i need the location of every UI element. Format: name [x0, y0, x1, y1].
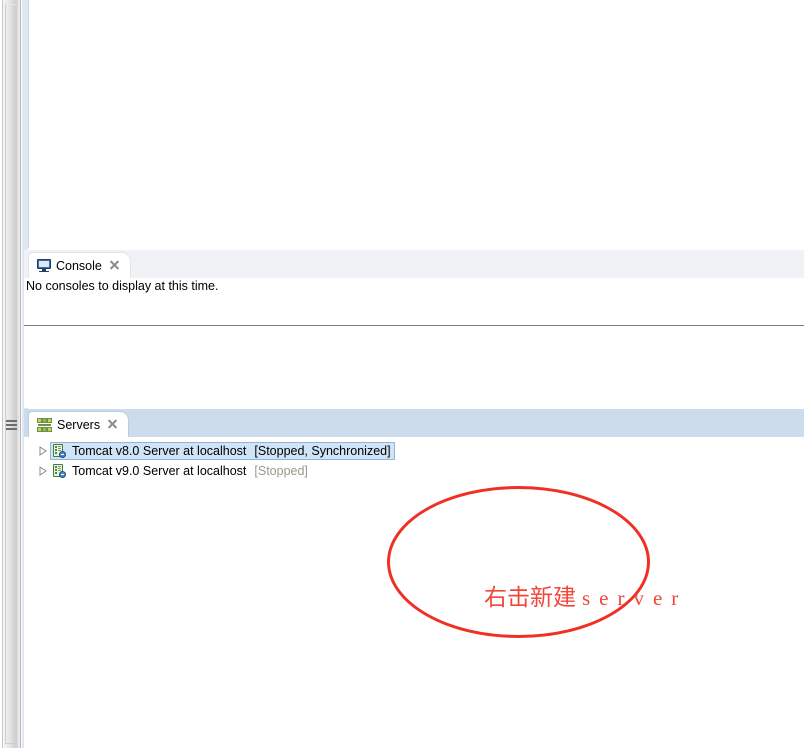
status-badge: [Stopped]	[254, 464, 308, 478]
server-icon	[51, 463, 67, 479]
annotation-text-cjk: 右击新建	[484, 585, 576, 611]
chevron-right-icon[interactable]	[35, 461, 51, 481]
close-icon[interactable]	[108, 259, 121, 272]
chevron-right-icon[interactable]	[35, 441, 51, 461]
tab-console-label: Console	[56, 258, 102, 273]
annotation-text: 右击新建 server	[484, 578, 687, 612]
server-name: Tomcat v9.0 Server at localhost	[72, 464, 247, 478]
close-icon[interactable]	[106, 418, 119, 431]
servers-tab-bar: Servers	[24, 409, 804, 437]
rail-inner-frame	[5, 4, 17, 744]
console-view: Console No consoles to display at this t…	[24, 250, 804, 408]
table-row[interactable]: Tomcat v8.0 Server at localhost [Stopped…	[24, 441, 804, 461]
tab-servers[interactable]: Servers	[28, 411, 130, 437]
tab-console[interactable]: Console	[28, 252, 131, 278]
server-row-content[interactable]: Tomcat v9.0 Server at localhost [Stopped…	[51, 462, 311, 480]
console-body[interactable]: No consoles to display at this time.	[24, 278, 804, 408]
console-tab-bar: Console	[24, 250, 804, 278]
hamburger-line	[6, 428, 17, 430]
status-badge: [Stopped, Synchronized]	[254, 444, 391, 458]
server-icon	[51, 443, 67, 459]
hamburger-line	[6, 420, 17, 422]
table-row[interactable]: Tomcat v9.0 Server at localhost [Stopped…	[24, 461, 804, 481]
servers-icon	[37, 417, 52, 432]
editor-area[interactable]	[28, 0, 804, 248]
console-divider	[24, 325, 804, 326]
left-window-rail	[0, 0, 22, 748]
server-name: Tomcat v8.0 Server at localhost	[72, 444, 247, 458]
tab-servers-label: Servers	[57, 417, 101, 432]
server-row-content[interactable]: Tomcat v8.0 Server at localhost [Stopped…	[50, 442, 395, 460]
console-icon	[37, 259, 51, 272]
console-empty-message: No consoles to display at this time.	[26, 279, 219, 293]
hamburger-line	[6, 424, 17, 426]
annotation-text-latin: server	[582, 586, 688, 610]
hamburger-menu-icon[interactable]	[5, 419, 18, 433]
